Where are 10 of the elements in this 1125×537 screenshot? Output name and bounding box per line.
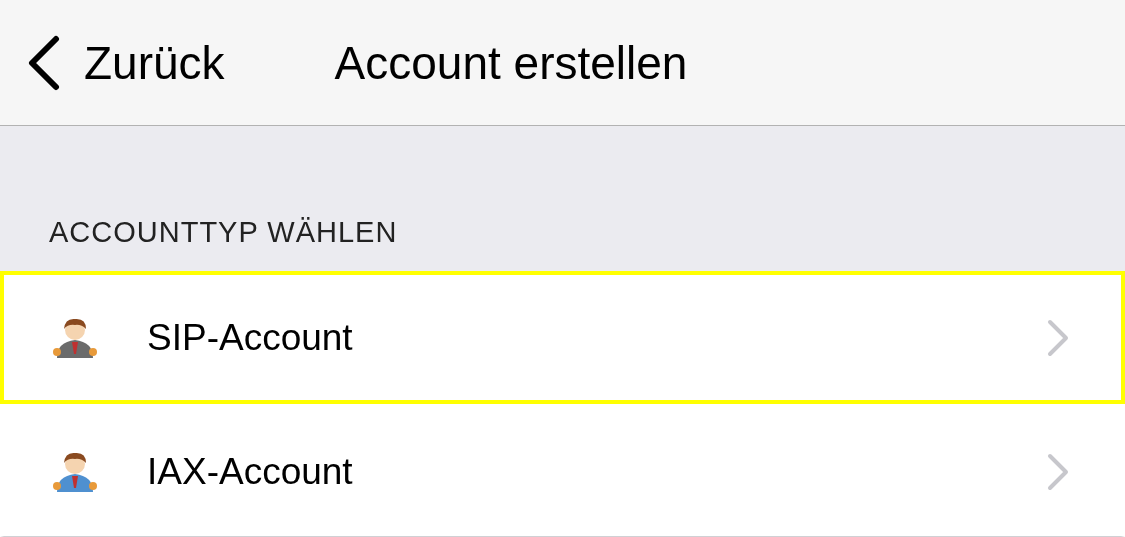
account-type-row[interactable]: IAX-Account xyxy=(0,404,1125,537)
account-type-label: IAX-Account xyxy=(147,451,354,493)
back-button[interactable]: Zurück xyxy=(26,34,225,91)
chevron-right-icon xyxy=(1047,453,1069,491)
chevron-left-icon xyxy=(26,34,60,91)
account-type-row[interactable]: SIP-Account xyxy=(0,271,1125,404)
section-header: ACCOUNTTYP WÄHLEN xyxy=(48,215,399,250)
account-type-label: SIP-Account xyxy=(147,316,354,359)
chevron-right-icon xyxy=(1047,318,1069,357)
screen-title: Account erstellen xyxy=(334,35,688,90)
